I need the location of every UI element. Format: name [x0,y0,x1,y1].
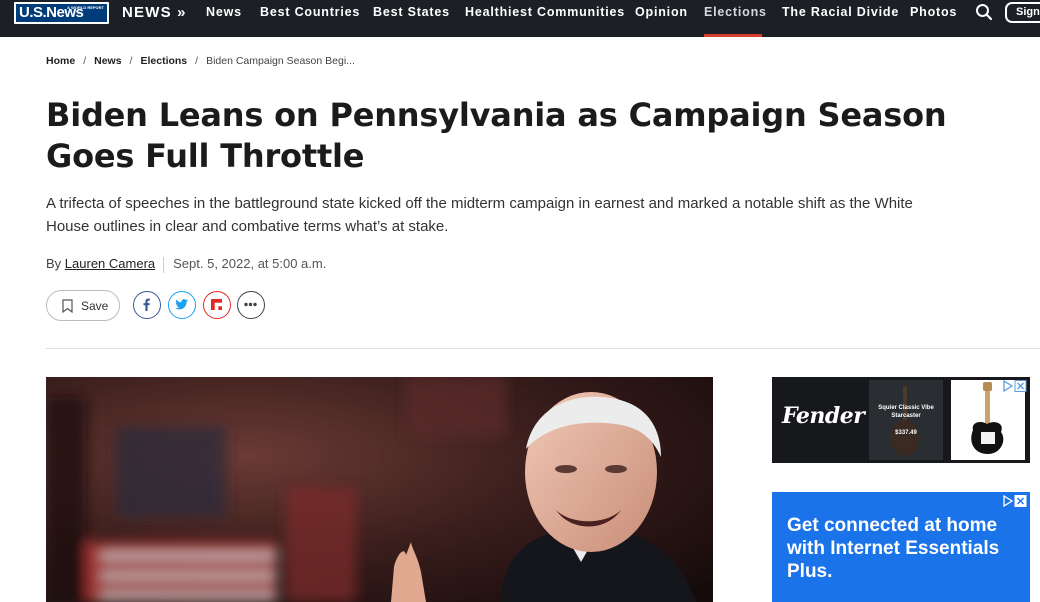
nav-news-menu[interactable]: NEWS » [122,4,187,21]
twitter-icon [175,299,188,310]
nav-link-racial-divide[interactable]: The Racial Divide [782,5,899,19]
bass-guitar-image [891,386,919,456]
nav-link-news[interactable]: News [206,5,242,19]
search-icon[interactable] [975,3,993,21]
logo-tagline: & WORLD REPORT [67,5,104,10]
breadcrumb-separator: / [129,55,133,67]
product-name: Squier Classic Vibe Starcaster [878,405,934,419]
fender-logo: Fender [782,403,865,429]
twitter-share-button[interactable] [168,291,196,319]
adchoices-icon[interactable] [1002,494,1028,508]
author-link[interactable]: Lauren Camera [65,256,155,271]
breadcrumb-elections[interactable]: Elections [140,55,187,67]
internet-essentials-ad[interactable]: Get connected at home with Internet Esse… [772,492,1030,602]
section-divider [46,348,1040,349]
sign-in-button[interactable]: Sign [1005,2,1040,23]
more-icon [244,302,257,307]
byline-prefix: By [46,256,62,271]
publish-date: Sept. 5, 2022, at 5:00 a.m. [173,256,327,271]
save-button[interactable]: Save [46,290,120,321]
flipboard-share-button[interactable] [203,291,231,319]
nav-link-best-countries[interactable]: Best Countries [260,5,360,19]
adchoices-icon[interactable] [1002,379,1028,393]
breadcrumb-home[interactable]: Home [46,55,75,67]
stratocaster-image [971,382,1004,454]
bookmark-icon [62,299,73,314]
article-hero-image [46,377,713,602]
logo-wordmark: U.S.News & WORLD REPORT [16,4,107,22]
nav-link-best-states[interactable]: Best States [373,5,450,19]
save-label: Save [81,299,109,313]
fender-ad[interactable]: Fender Squier Classic Vibe Starcaster $3… [772,377,1030,463]
nav-link-elections[interactable]: Elections [704,5,767,19]
guitar-image-card[interactable] [951,380,1025,460]
breadcrumb-current: Biden Campaign Season Begi... [206,55,355,67]
product-card[interactable] [869,380,943,460]
breadcrumb-separator: / [83,55,87,67]
active-nav-indicator [704,34,762,37]
more-share-button[interactable] [237,291,265,319]
product-price: $337.49 [895,430,917,436]
flipboard-icon [211,299,222,310]
nav-link-opinion[interactable]: Opinion [635,5,688,19]
facebook-icon [143,298,150,311]
breadcrumb-separator: / [195,55,199,67]
nav-link-healthiest-communities[interactable]: Healthiest Communities [465,5,625,19]
byline-divider [163,256,165,273]
breadcrumb: Home / News / Elections / Biden Campaign Seaso… [46,55,355,67]
article-dek: A trifecta of speeches in the battlegrou… [46,195,913,235]
byline: By Lauren Camera Sept. 5, 2022, at 5:00 a… [46,256,326,273]
nav-link-photos[interactable]: Photos [910,5,957,19]
facebook-share-button[interactable] [133,291,161,319]
breadcrumb-news[interactable]: News [94,55,121,67]
article-headline: Biden Leans on Pennsylvania as Campaign … [46,96,947,175]
ad-headline: Get connected at home with Internet Esse… [787,515,1000,582]
top-nav: U.S.News & WORLD REPORT NEWS » News Best… [0,0,1040,37]
usnews-logo[interactable]: U.S.News & WORLD REPORT [14,2,109,24]
